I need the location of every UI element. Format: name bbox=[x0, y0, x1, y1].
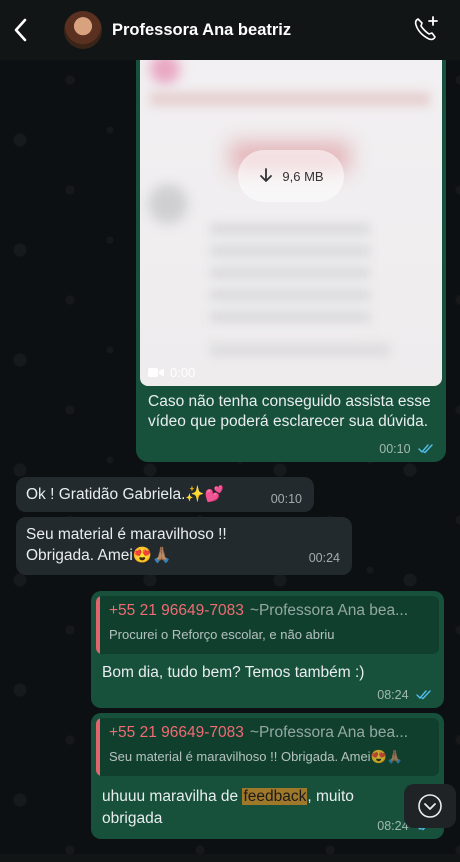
video-camera-icon bbox=[148, 368, 164, 377]
message-text: Bom dia, tudo bem? Temos também :) bbox=[102, 664, 365, 681]
chat-header: Professora Ana beatriz bbox=[0, 0, 460, 60]
message-text: uhuuu maravilha de feedback, muito obrig… bbox=[96, 776, 396, 830]
text-part: uhuuu maravilha de bbox=[102, 788, 243, 805]
highlighted-word: feedback bbox=[242, 788, 308, 805]
message-time: 00:10 bbox=[379, 442, 411, 456]
quoted-sender-number: +55 21 96649-7083 bbox=[109, 724, 244, 741]
file-size: 9,6 MB bbox=[282, 168, 324, 184]
message-text: Ok ! Gratidão Gabriela.✨💕 bbox=[26, 486, 224, 503]
contact-name[interactable]: Professora Ana beatriz bbox=[112, 21, 291, 40]
duration-label: 0:00 bbox=[170, 365, 196, 380]
quoted-sender-name: ~Professora Ana bea... bbox=[249, 602, 409, 619]
incoming-message[interactable]: Ok ! Gratidão Gabriela.✨💕 00:10 bbox=[16, 477, 314, 512]
download-icon bbox=[260, 168, 273, 182]
scroll-to-bottom-button[interactable] bbox=[404, 784, 456, 828]
quoted-message[interactable]: +55 21 96649-7083 ~Professora Ana bea... … bbox=[96, 718, 439, 776]
bottom-bar bbox=[0, 854, 460, 862]
message-time: 00:10 bbox=[270, 492, 302, 506]
message-meta: 00:10 bbox=[379, 440, 434, 458]
back-chevron-icon[interactable] bbox=[10, 16, 32, 44]
video-thumbnail[interactable]: 9,6 MB 0:00 bbox=[140, 44, 442, 386]
reply-message[interactable]: +55 21 96649-7083 ~Professora Ana bea... … bbox=[91, 713, 444, 839]
quoted-sender-name: ~Professora Ana bea... bbox=[249, 724, 409, 741]
message-time: 00:24 bbox=[308, 551, 340, 565]
video-caption: Caso não tenha conseguido assista esse v… bbox=[148, 393, 431, 430]
message-text: Seu material é maravilhoso !! Obrigada. … bbox=[26, 526, 227, 564]
quoted-text: Procurei o Reforço escolar, e não abriu bbox=[109, 627, 335, 642]
video-duration: 0:00 bbox=[148, 365, 195, 380]
video-message-bubble[interactable]: 9,6 MB 0:00 Caso não tenha conseguido as… bbox=[136, 40, 446, 462]
double-check-icon bbox=[418, 444, 433, 454]
add-call-icon[interactable] bbox=[412, 15, 440, 43]
reply-message[interactable]: +55 21 96649-7083 ~Professora Ana bea... … bbox=[91, 591, 444, 708]
double-check-icon bbox=[416, 690, 431, 700]
avatar[interactable] bbox=[64, 11, 102, 49]
quoted-sender-number: +55 21 96649-7083 bbox=[109, 602, 244, 619]
incoming-message[interactable]: Seu material é maravilhoso !! Obrigada. … bbox=[16, 517, 352, 575]
download-button[interactable]: 9,6 MB bbox=[238, 150, 344, 202]
chevron-down-icon bbox=[418, 794, 442, 818]
message-meta: 08:24 bbox=[377, 686, 432, 704]
quoted-text: Seu material é maravilhoso !! Obrigada. … bbox=[109, 749, 403, 764]
message-time: 08:24 bbox=[377, 688, 409, 702]
quoted-message[interactable]: +55 21 96649-7083 ~Professora Ana bea... … bbox=[96, 596, 439, 654]
